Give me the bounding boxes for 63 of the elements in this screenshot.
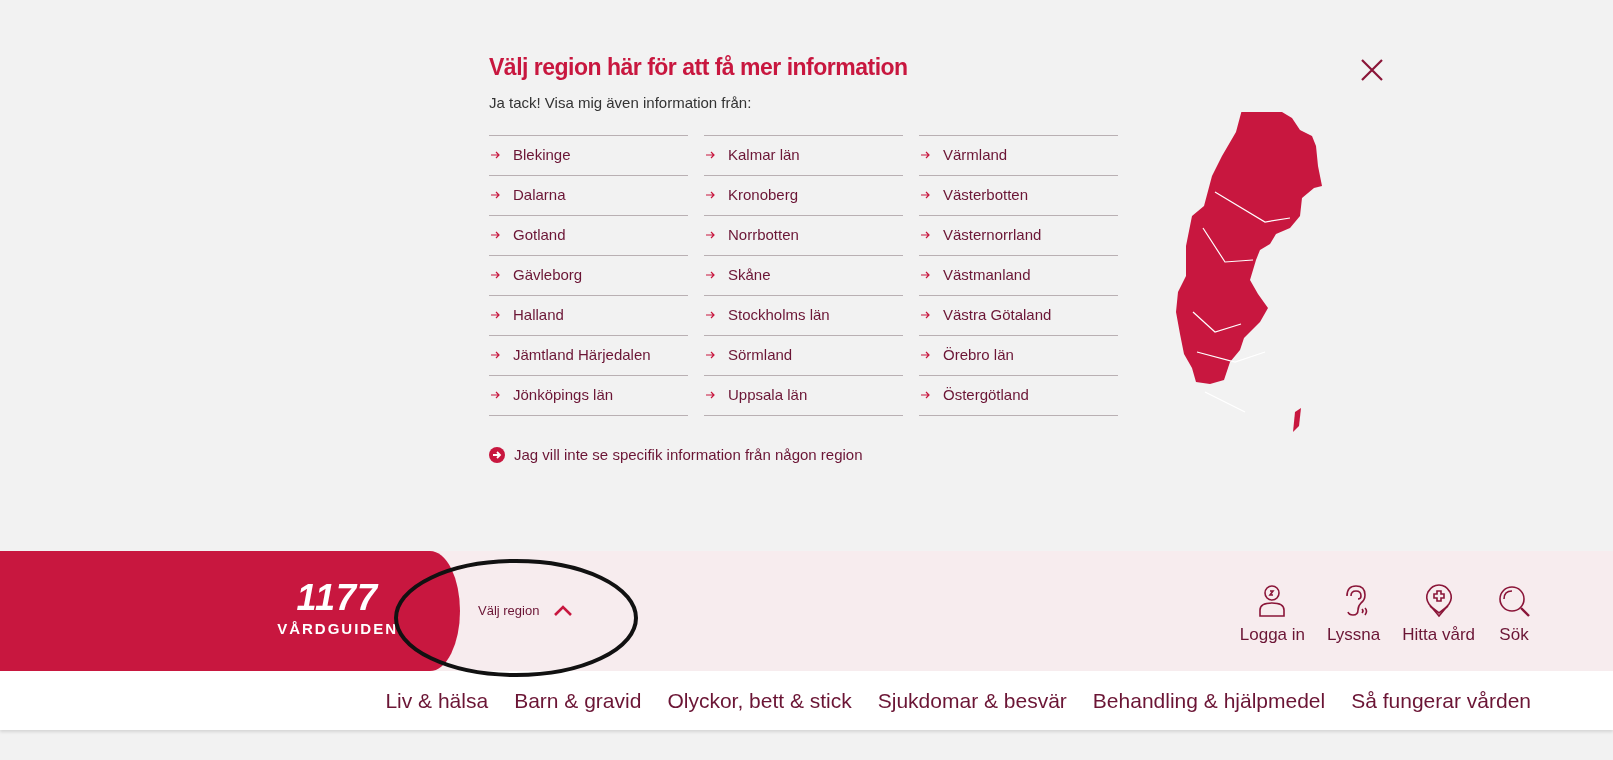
header-action-button[interactable]: Lyssna [1327,584,1381,648]
nav-link[interactable]: Sjukdomar & besvär [877,684,1067,717]
nav-link[interactable]: Behandling & hjälpmedel [1092,684,1326,717]
search-icon [1497,584,1531,619]
arrow-right-icon [921,151,931,159]
logo-wordmark: VÅRDGUIDEN [277,618,398,639]
region-link[interactable]: Västra Götaland [919,295,1118,336]
region-link[interactable]: Jönköpings län [489,375,688,416]
arrow-right-icon [706,191,716,199]
arrow-right-icon [921,271,931,279]
region-link[interactable]: Gotland [489,215,688,256]
region-link[interactable]: Stockholms län [704,295,903,336]
dialog-subtitle: Ja tack! Visa mig även information från: [489,93,753,113]
region-link[interactable]: Västerbotten [919,175,1118,216]
close-button[interactable] [1360,58,1384,82]
chevron-up-icon [553,605,574,617]
logo-number: 1177 [296,581,380,614]
dialog-title: Välj region här för att få mer information [489,53,909,82]
region-link[interactable]: Norrbotten [704,215,903,256]
arrow-right-icon [921,351,931,359]
arrow-right-icon [491,271,501,279]
header-action-button[interactable]: Hitta vård [1402,584,1475,648]
arrow-right-icon [706,311,716,319]
arrow-right-icon [921,191,931,199]
region-dropdown-button[interactable]: Välj region [478,601,574,621]
arrow-right-icon [706,231,716,239]
arrow-right-icon [491,311,501,319]
arrow-right-icon [921,311,931,319]
region-link[interactable]: Värmland [919,135,1118,176]
region-link[interactable]: Halland [489,295,688,336]
arrow-right-icon [491,191,501,199]
region-link[interactable]: Östergötland [919,375,1118,416]
arrow-right-icon [491,151,501,159]
arrow-right-icon [921,231,931,239]
nav-link[interactable]: Barn & gravid [514,684,642,717]
nav-link[interactable]: Liv & hälsa [385,684,489,717]
close-icon [1361,59,1383,81]
header-action-button[interactable]: Sök [1497,584,1531,648]
region-link[interactable]: Dalarna [489,175,688,216]
region-link[interactable]: Kronoberg [704,175,903,216]
region-link[interactable]: Kalmar län [704,135,903,176]
nav-link[interactable]: Olyckor, bett & stick [667,684,852,717]
arrow-right-icon [706,351,716,359]
arrow-right-icon [491,351,501,359]
arrow-right-icon [706,271,716,279]
region-link[interactable]: Gävleborg [489,255,688,296]
region-link[interactable]: Skåne [704,255,903,296]
arrow-right-icon [491,231,501,239]
arrow-right-icon [706,151,716,159]
region-link[interactable]: Västernorrland [919,215,1118,256]
region-link[interactable]: Uppsala län [704,375,903,416]
header-action-button[interactable]: Logga in [1239,584,1305,648]
arrow-right-icon [921,391,931,399]
region-link[interactable]: Jämtland Härjedalen [489,335,688,376]
nav-link[interactable]: Så fungerar vården [1351,684,1531,717]
region-link[interactable]: Sörmland [704,335,903,376]
arrow-circle-icon [489,446,505,463]
arrow-right-icon [491,391,501,399]
region-link[interactable]: Västmanland [919,255,1118,296]
no-region-link[interactable]: Jag vill inte se specifik information från någon region [489,443,1119,466]
region-link[interactable]: Blekinge [489,135,688,176]
arrow-right-icon [706,391,716,399]
region-link[interactable]: Örebro län [919,335,1118,376]
